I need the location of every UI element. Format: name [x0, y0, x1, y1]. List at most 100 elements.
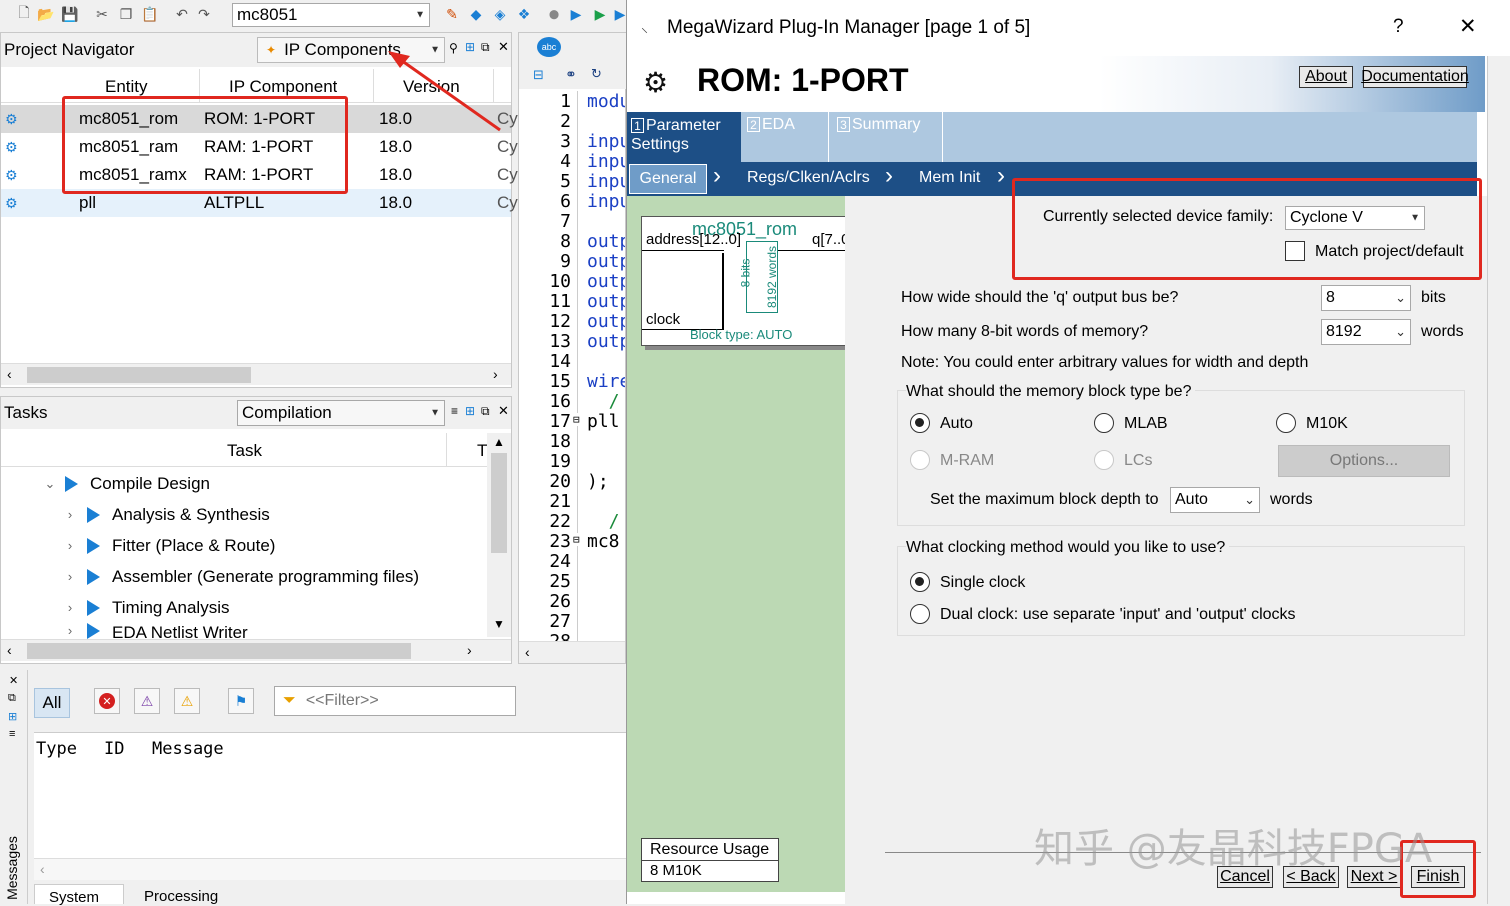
task-fitter[interactable]: › Fitter (Place & Route) — [1, 530, 446, 561]
step-eda[interactable]: 2 EDA — [743, 112, 829, 162]
find-icon[interactable]: ⚭ — [565, 66, 577, 83]
play-icon[interactable] — [65, 475, 78, 492]
single-clock-radio[interactable] — [910, 572, 930, 592]
words-select[interactable]: 8192 ⌄ — [1321, 319, 1411, 345]
chevron-right-icon[interactable]: › — [61, 569, 79, 584]
float-icon[interactable]: ⧉ — [8, 692, 16, 705]
chevron-right-icon[interactable]: › — [61, 538, 79, 553]
undo-icon[interactable]: ↶ — [172, 4, 192, 24]
about-button[interactable]: About — [1299, 66, 1353, 88]
subtab-regs[interactable]: Regs/Clken/Aclrs — [747, 169, 870, 187]
scroll-left-icon[interactable]: ‹ — [525, 644, 530, 660]
tasks-horizontal-scrollbar[interactable]: ‹ › — [1, 639, 511, 661]
analysis-icon[interactable]: ◆ — [466, 4, 486, 24]
play-icon[interactable] — [87, 623, 100, 639]
message-all-button[interactable]: All — [34, 688, 70, 718]
block-type-lcs-radio[interactable] — [1094, 450, 1114, 470]
new-file-icon[interactable]: 🗋 — [14, 4, 34, 24]
messages-list[interactable]: Type ID Message — [34, 732, 626, 858]
netlist-icon[interactable]: ❖ — [514, 4, 534, 24]
stop-icon[interactable]: ⬤ — [544, 4, 564, 24]
block-type-mram-radio[interactable] — [910, 450, 930, 470]
chevron-right-icon[interactable]: › — [61, 507, 79, 522]
block-type-m10k-radio[interactable] — [1276, 413, 1296, 433]
open-folder-icon[interactable]: 📂 — [36, 4, 56, 24]
play-icon[interactable] — [87, 599, 100, 616]
step-parameter-settings[interactable]: 1 Parameter Settings — [627, 112, 741, 162]
project-combo[interactable]: mc8051 ▼ — [232, 3, 430, 27]
editor-body[interactable]: 1 modu 2 3 inpu 4 inpu 5 inpu 6 inpu 7 8 outp 9 outp 10 o… — [519, 91, 625, 641]
critical-warning-filter-button[interactable]: ⚠ — [134, 688, 160, 714]
error-filter-button[interactable]: ✕ — [94, 688, 120, 714]
message-filter-input[interactable]: ⏷ <<Filter>> — [274, 686, 516, 716]
start-analysis-icon[interactable]: ▶ — [590, 4, 610, 24]
step-summary[interactable]: 3 Summary — [833, 112, 943, 162]
options-button[interactable]: Options... — [1278, 445, 1450, 477]
tab-system[interactable]: System — [34, 884, 124, 906]
scroll-up-icon[interactable]: ▲ — [493, 435, 505, 449]
column-ip-component[interactable]: IP Component — [229, 77, 337, 97]
save-icon[interactable]: 💾 — [60, 4, 80, 24]
task-compile-design[interactable]: ⌄ Compile Design — [1, 468, 446, 499]
suppressed-filter-button[interactable]: ⚑ — [228, 688, 254, 714]
tab-processing[interactable]: Processing — [130, 884, 250, 905]
copy-icon[interactable]: ❐ — [116, 4, 136, 24]
scroll-right-icon[interactable]: › — [467, 642, 472, 658]
chevron-right-icon[interactable]: › — [61, 623, 79, 638]
navigator-horizontal-scrollbar[interactable]: ‹ › — [1, 363, 511, 385]
float-icon[interactable]: ⧉ — [481, 404, 490, 419]
flow-combo[interactable]: Compilation ▼ — [237, 400, 445, 426]
scroll-thumb[interactable] — [27, 367, 251, 383]
scroll-thumb[interactable] — [27, 643, 411, 659]
max-depth-select[interactable]: Auto ⌄ — [1170, 487, 1260, 513]
column-task[interactable]: Task — [227, 441, 262, 461]
paste-icon[interactable]: 📋 — [140, 4, 160, 24]
documentation-button[interactable]: Documentation — [1361, 66, 1469, 88]
tasks-vertical-scrollbar[interactable]: ▲ ▼ — [487, 433, 511, 637]
task-assembler[interactable]: › Assembler (Generate programming files) — [1, 561, 446, 592]
close-button[interactable]: ✕ — [1459, 14, 1477, 39]
chevron-down-icon[interactable]: ⌄ — [41, 476, 59, 492]
dual-clock-radio[interactable] — [910, 604, 930, 624]
start-compile-icon[interactable]: ▶ — [566, 4, 586, 24]
column-entity[interactable]: Entity — [105, 77, 148, 97]
fold-icon[interactable]: ⊟ — [573, 533, 580, 546]
insert-template-icon[interactable]: ⊟ — [533, 67, 544, 83]
column-id[interactable]: ID — [104, 739, 124, 759]
scroll-right-icon[interactable]: › — [493, 366, 498, 382]
pin-icon[interactable]: ⊞ — [465, 404, 475, 418]
pencil-icon[interactable]: ✎ — [442, 4, 462, 24]
messages-horizontal-scrollbar[interactable]: ‹ — [34, 858, 626, 880]
play-icon[interactable] — [87, 537, 100, 554]
play-icon[interactable] — [87, 506, 100, 523]
block-type-auto-radio[interactable] — [910, 413, 930, 433]
task-timing-analysis[interactable]: › Timing Analysis — [1, 592, 446, 623]
q-width-select[interactable]: 8 ⌄ — [1321, 285, 1411, 311]
close-icon[interactable]: ✕ — [9, 674, 18, 687]
subtab-general[interactable]: General — [629, 164, 707, 194]
block-type-mlab-radio[interactable] — [1094, 413, 1114, 433]
redo-icon[interactable]: ↷ — [194, 4, 214, 24]
abc-icon[interactable]: abc — [537, 37, 561, 57]
goto-icon[interactable]: ↻ — [591, 66, 602, 82]
task-eda-netlist-writer[interactable]: › EDA Netlist Writer — [1, 623, 446, 639]
play-icon[interactable] — [87, 568, 100, 585]
help-button[interactable]: ? — [1393, 16, 1404, 38]
scroll-down-icon[interactable]: ▼ — [493, 617, 505, 631]
synthesis-icon[interactable]: ◈ — [490, 4, 510, 24]
menu-icon[interactable]: ≡ — [451, 404, 458, 418]
scroll-left-icon[interactable]: ‹ — [40, 861, 45, 877]
pin-icon[interactable]: ⊞ — [8, 710, 17, 723]
fold-icon[interactable]: ⊟ — [573, 413, 580, 426]
editor-horizontal-scrollbar[interactable]: ‹ — [519, 641, 625, 663]
scroll-left-icon[interactable]: ‹ — [7, 366, 12, 382]
subtab-mem-init[interactable]: Mem Init — [919, 169, 980, 187]
warning-filter-button[interactable]: ⚠ — [174, 688, 200, 714]
close-icon[interactable]: ✕ — [498, 403, 509, 419]
chevron-right-icon[interactable]: › — [61, 600, 79, 615]
column-message[interactable]: Message — [152, 739, 224, 759]
scroll-left-icon[interactable]: ‹ — [7, 642, 12, 658]
scroll-thumb[interactable] — [491, 453, 507, 553]
task-analysis-synthesis[interactable]: › Analysis & Synthesis — [1, 499, 446, 530]
cut-icon[interactable]: ✂ — [92, 4, 112, 24]
